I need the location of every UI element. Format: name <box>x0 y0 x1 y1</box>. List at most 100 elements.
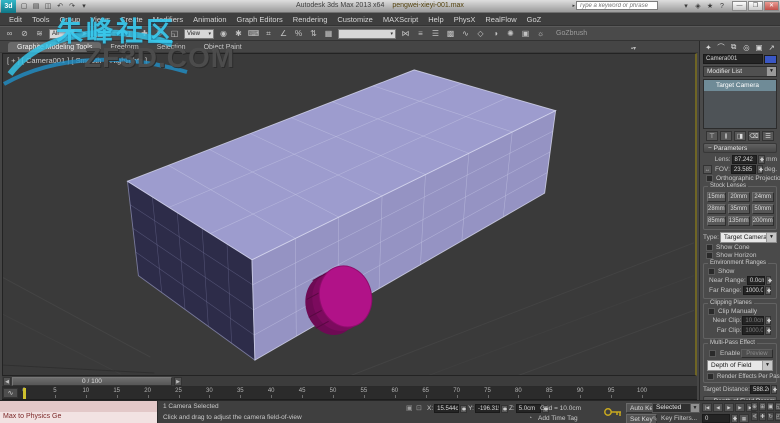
select-and-scale-icon[interactable]: ◱ <box>167 27 182 40</box>
make-unique-button[interactable]: ◨ <box>734 131 746 141</box>
hierarchy-tab-icon[interactable]: ⧉ <box>728 42 739 52</box>
menu-graph-editors[interactable]: Graph Editors <box>232 15 288 24</box>
ribbon-tab-freeform[interactable]: Freeform <box>101 42 147 52</box>
spinner-snap-icon[interactable]: ⇅ <box>306 27 321 40</box>
ribbon-minimize-icon[interactable]: ▪▾ <box>631 45 636 52</box>
redo-icon[interactable]: ↷ <box>66 1 78 12</box>
rendered-frame-icon[interactable]: ▣ <box>518 27 533 40</box>
object-color-swatch[interactable] <box>764 54 777 64</box>
render-setup-icon[interactable]: ✺ <box>503 27 518 40</box>
next-frame-button[interactable]: ▶ <box>735 403 745 412</box>
selection-filter-dropdown[interactable]: All ▾ <box>49 28 75 39</box>
named-selection-set-field[interactable]: ▾ <box>338 28 396 39</box>
menu-physx[interactable]: PhysX <box>449 15 481 24</box>
menu-group[interactable]: Group <box>54 15 85 24</box>
zoom-all-icon[interactable]: ⊞ <box>759 402 766 411</box>
undo-icon[interactable]: ↶ <box>54 1 66 12</box>
time-slider-handle[interactable]: 0 / 100 <box>12 377 172 386</box>
menu-animation[interactable]: Animation <box>188 15 231 24</box>
orthographic-checkbox[interactable]: Orthographic Projection <box>706 175 780 182</box>
far-range-field[interactable]: 1000.0cm <box>742 286 764 295</box>
object-name-field[interactable]: Camera001 <box>703 54 763 64</box>
far-clip-spinner[interactable] <box>764 326 772 335</box>
target-distance-field[interactable]: 588.2cm <box>750 385 770 394</box>
keyboard-override-icon[interactable]: ⌨ <box>246 27 261 40</box>
near-clip-spinner[interactable] <box>764 316 772 325</box>
stock-lens-24mm[interactable]: 24mm <box>751 192 774 202</box>
parameters-rollout-header[interactable]: Parameters <box>703 143 777 153</box>
workspace-dropdown-icon[interactable]: ▾ <box>78 1 90 12</box>
stock-lens-28mm[interactable]: 28mm <box>707 204 726 214</box>
y-spinner[interactable] <box>500 404 508 413</box>
key-set-dropdown[interactable]: Selected ▼ <box>652 403 700 413</box>
near-range-field[interactable]: 0.0cm <box>746 276 765 285</box>
save-file-icon[interactable]: ◫ <box>42 1 54 12</box>
show-cone-checkbox[interactable]: Show Cone <box>706 244 774 251</box>
help-icon[interactable]: ? <box>716 1 728 12</box>
fov-field[interactable]: 23.585 <box>730 165 756 174</box>
stock-lens-85mm[interactable]: 85mm <box>707 216 726 226</box>
show-end-result-button[interactable]: ≬ <box>720 131 732 141</box>
ribbon-tab-object-paint[interactable]: Object Paint <box>195 42 251 52</box>
maxscript-mini-listener[interactable]: Max to Physics Ge <box>0 401 158 423</box>
mirror-icon[interactable]: ⋈ <box>398 27 413 40</box>
stack-item-target-camera[interactable]: Target Camera <box>704 80 776 91</box>
select-object-icon[interactable]: ➤ <box>77 27 92 40</box>
select-by-name-icon[interactable]: ▤ <box>92 27 107 40</box>
menu-edit[interactable]: Edit <box>4 15 27 24</box>
fov-icon[interactable]: ∢ <box>751 412 758 421</box>
align-icon[interactable]: ≡ <box>413 27 428 40</box>
new-scene-icon[interactable]: ▢ <box>18 1 30 12</box>
menu-help[interactable]: Help <box>423 15 448 24</box>
show-horizon-checkbox[interactable]: Show Horizon <box>706 252 774 259</box>
window-crossing-icon[interactable]: ◫ <box>122 27 137 40</box>
menu-maxscript[interactable]: MAXScript <box>378 15 423 24</box>
modifier-stack[interactable]: Target Camera <box>703 79 777 129</box>
menu-modifiers[interactable]: Modifiers <box>148 15 188 24</box>
create-key-icon[interactable] <box>603 406 623 418</box>
angle-snap-icon[interactable]: ∠ <box>276 27 291 40</box>
close-button[interactable]: ✕ <box>764 1 779 11</box>
time-slider-right-arrow[interactable]: ▶ <box>174 377 182 386</box>
material-editor-icon[interactable]: ◑ <box>488 27 503 40</box>
percent-snap-icon[interactable]: % <box>291 27 306 40</box>
lens-field[interactable]: 87.242 <box>731 155 758 164</box>
select-and-move-icon[interactable]: ✚ <box>137 27 152 40</box>
app-logo-icon[interactable]: 3d <box>1 0 16 13</box>
track-bar[interactable]: 0510152025303540455055606570758085909510… <box>2 387 697 400</box>
sign-in-icon[interactable]: ▾ <box>680 1 692 12</box>
schematic-view-icon[interactable]: ◇ <box>473 27 488 40</box>
stock-lens-50mm[interactable]: 50mm <box>751 204 774 214</box>
menu-create[interactable]: Create <box>115 15 148 24</box>
env-show-checkbox[interactable]: Show <box>708 268 772 275</box>
open-file-icon[interactable]: ▤ <box>30 1 42 12</box>
y-coordinate-field[interactable]: -196.315cm <box>474 404 500 413</box>
use-pivot-center-icon[interactable]: ◉ <box>216 27 231 40</box>
menu-customize[interactable]: Customize <box>332 15 377 24</box>
layer-manager-icon[interactable]: ☰ <box>428 27 443 40</box>
play-button[interactable]: ▶ <box>724 403 734 412</box>
x-coordinate-field[interactable]: 15.544cm <box>434 404 460 413</box>
frame-spinner[interactable] <box>731 414 738 423</box>
reference-coordinate-dropdown[interactable]: View ▾ <box>184 28 214 39</box>
configure-modifier-sets-button[interactable]: ☰ <box>762 131 774 141</box>
time-slider[interactable]: ◀ 0 / 100 ▶ <box>2 376 697 387</box>
maximize-button[interactable]: ❐ <box>748 1 763 11</box>
menu-realflow[interactable]: RealFlow <box>480 15 521 24</box>
modify-tab-icon[interactable]: ⌒ <box>716 42 727 53</box>
far-range-spinner[interactable] <box>764 286 771 295</box>
stock-lens-20mm[interactable]: 20mm <box>727 192 750 202</box>
multi-pass-effect-dropdown[interactable]: Depth of Field ▼ <box>707 360 773 371</box>
zoom-extents-icon[interactable]: ▣ <box>767 402 774 411</box>
time-slider-left-arrow[interactable]: ◀ <box>3 377 11 386</box>
go-to-start-button[interactable]: |◀ <box>702 403 712 412</box>
search-input[interactable] <box>576 1 658 10</box>
ribbon-tab-graphite-modeling-tools[interactable]: Graphite Modeling Tools <box>8 42 102 52</box>
stock-lens-15mm[interactable]: 15mm <box>707 192 726 202</box>
absolute-offset-toggle-icon[interactable]: ⊡ <box>416 404 422 412</box>
clip-manually-checkbox[interactable]: Clip Manually <box>708 308 772 315</box>
enable-checkbox[interactable] <box>709 350 716 357</box>
time-configuration-icon[interactable]: ▦ <box>739 414 749 423</box>
fov-spinner[interactable] <box>756 165 764 174</box>
remove-modifier-button[interactable]: ⌫ <box>748 131 760 141</box>
